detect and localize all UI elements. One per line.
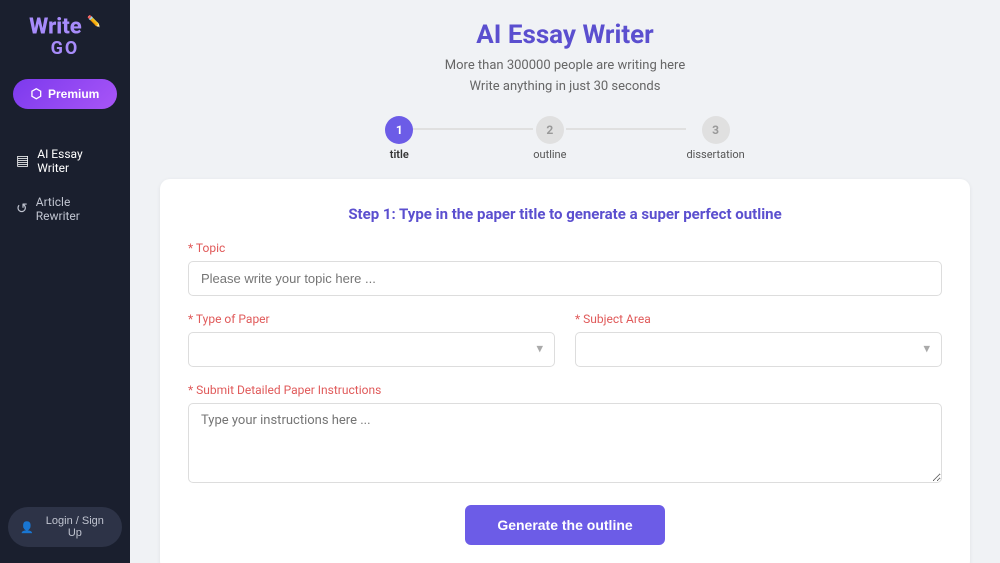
nav-label-essay: AI Essay Writer — [37, 147, 114, 175]
step-3: 3 dissertation — [686, 116, 744, 161]
step-2-circle: 2 — [536, 116, 564, 144]
sidebar-item-article-rewriter[interactable]: ↺ Article Rewriter — [0, 185, 130, 233]
type-label-text: Type of Paper — [196, 312, 270, 326]
step-1: 1 title — [385, 116, 413, 161]
subject-area-select-wrapper — [575, 332, 942, 367]
essay-icon: ▤ — [16, 153, 29, 169]
instructions-label-text: Submit Detailed Paper Instructions — [196, 383, 381, 397]
nav-label-rewriter: Article Rewriter — [36, 195, 114, 223]
subject-required-star: * — [575, 312, 583, 326]
step-connector-2 — [566, 128, 686, 130]
login-button[interactable]: 👤 Login / Sign Up — [8, 507, 122, 547]
sidebar-item-ai-essay-writer[interactable]: ▤ AI Essay Writer — [0, 137, 130, 185]
logo-go: GO — [51, 38, 80, 59]
step-3-circle: 3 — [702, 116, 730, 144]
step-2: 2 outline — [533, 116, 566, 161]
type-of-paper-select-wrapper — [188, 332, 555, 367]
sidebar: Write ✏️ GO ⬡ Premium ▤ AI Essay Writer … — [0, 0, 130, 563]
instructions-label: * Submit Detailed Paper Instructions — [188, 383, 942, 397]
step-2-label: outline — [533, 148, 566, 161]
topic-label-text: Topic — [196, 241, 225, 255]
page-title: AI Essay Writer — [160, 20, 970, 50]
topic-label: * Topic — [188, 241, 942, 255]
topic-required-star: * — [188, 241, 196, 255]
step-connector-1 — [413, 128, 533, 130]
page-subtitle-line2: Write anything in just 30 seconds — [160, 77, 970, 98]
type-of-paper-col: * Type of Paper — [188, 312, 555, 383]
login-label: Login / Sign Up — [40, 515, 110, 539]
subject-area-select[interactable] — [575, 332, 942, 367]
paper-subject-row: * Type of Paper * Subject Area — [188, 312, 942, 383]
sidebar-bottom: 👤 Login / Sign Up — [0, 507, 130, 547]
instructions-required-star: * — [188, 383, 196, 397]
subject-area-col: * Subject Area — [575, 312, 942, 383]
step-3-label: dissertation — [686, 148, 744, 161]
step-1-circle: 1 — [385, 116, 413, 144]
logo-text: Write ✏️ — [29, 16, 101, 38]
subject-area-label: * Subject Area — [575, 312, 942, 326]
steps-container: 1 title 2 outline 3 dissertation — [160, 116, 970, 161]
form-card: Step 1: Type in the paper title to gener… — [160, 179, 970, 563]
topic-group: * Topic — [188, 241, 942, 296]
star-icon: ⬡ — [31, 86, 42, 102]
topic-input[interactable] — [188, 261, 942, 296]
instructions-group: * Submit Detailed Paper Instructions — [188, 383, 942, 487]
user-icon: 👤 — [20, 521, 34, 534]
type-of-paper-select[interactable] — [188, 332, 555, 367]
logo-area: Write ✏️ GO — [29, 16, 101, 59]
step-title: Step 1: Type in the paper title to gener… — [188, 205, 942, 223]
rewriter-icon: ↺ — [16, 201, 28, 217]
main-content: AI Essay Writer More than 300000 people … — [130, 0, 1000, 563]
type-of-paper-label: * Type of Paper — [188, 312, 555, 326]
type-of-paper-group: * Type of Paper — [188, 312, 555, 367]
premium-label: Premium — [48, 87, 99, 101]
premium-button[interactable]: ⬡ Premium — [13, 79, 118, 109]
generate-outline-button[interactable]: Generate the outline — [465, 505, 665, 545]
logo-write: Write — [29, 14, 82, 39]
subject-label-text: Subject Area — [583, 312, 651, 326]
step-1-label: title — [390, 148, 409, 161]
page-header: AI Essay Writer More than 300000 people … — [160, 20, 970, 98]
subject-area-group: * Subject Area — [575, 312, 942, 367]
type-required-star: * — [188, 312, 196, 326]
page-subtitle-line1: More than 300000 people are writing here — [160, 56, 970, 77]
instructions-textarea[interactable] — [188, 403, 942, 483]
